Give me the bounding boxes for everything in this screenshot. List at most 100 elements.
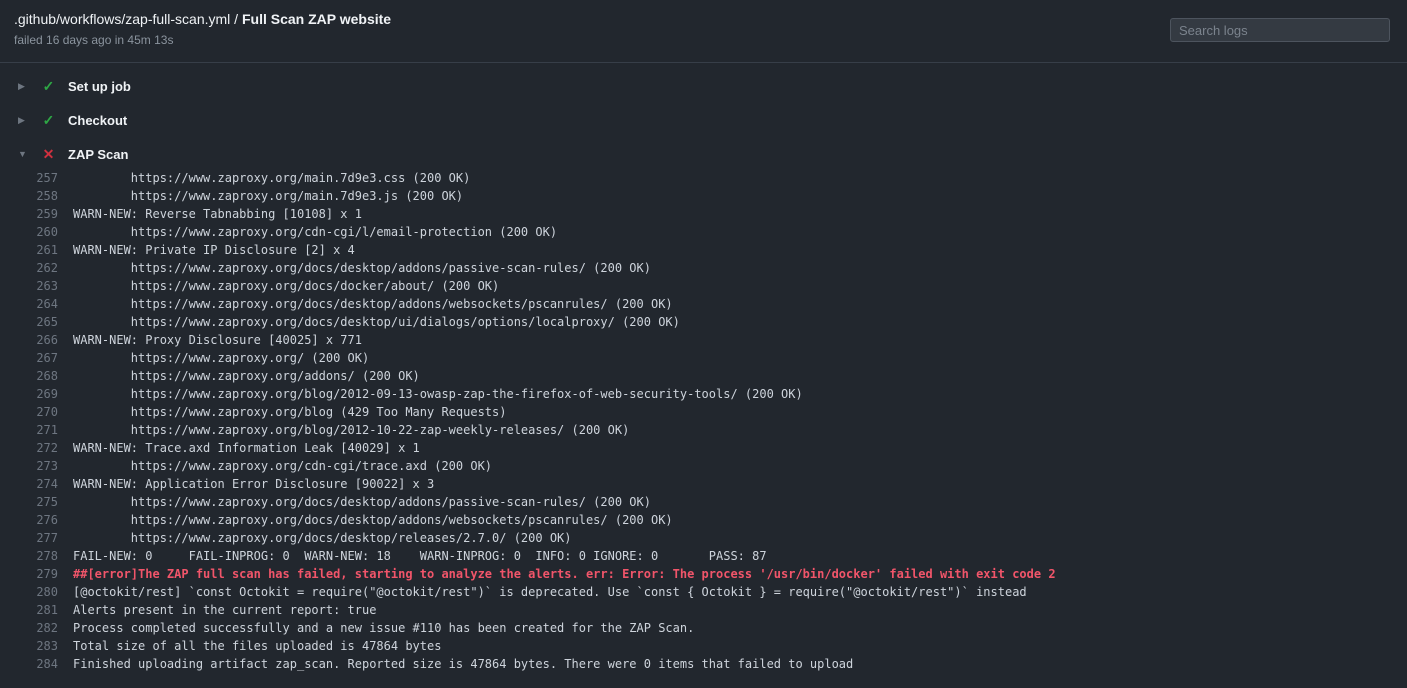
log-line: 260 https://www.zaproxy.org/cdn-cgi/l/em… <box>0 223 1407 241</box>
log-line-number[interactable]: 265 <box>0 313 58 331</box>
log-line-text: https://www.zaproxy.org/docs/desktop/add… <box>73 295 673 313</box>
log-line: 269 https://www.zaproxy.org/blog/2012-09… <box>0 385 1407 403</box>
step-row-zap-scan[interactable]: ▼✕ZAP Scan <box>0 137 1407 171</box>
step-label: ZAP Scan <box>68 147 128 162</box>
log-line: 273 https://www.zaproxy.org/cdn-cgi/trac… <box>0 457 1407 475</box>
log-line-text: WARN-NEW: Reverse Tabnabbing [10108] x 1 <box>73 205 362 223</box>
log-line-number[interactable]: 258 <box>0 187 58 205</box>
log-line-text: https://www.zaproxy.org/main.7d9e3.js (2… <box>73 187 463 205</box>
chevron-right-icon: ▶ <box>18 81 30 92</box>
log-line-text: [@octokit/rest] `const Octokit = require… <box>73 583 1027 601</box>
log-line-number[interactable]: 281 <box>0 601 58 619</box>
log-line-text: https://www.zaproxy.org/blog/2012-09-13-… <box>73 385 803 403</box>
log-line-text: ##[error]The ZAP full scan has failed, s… <box>73 565 1056 583</box>
log-line: 263 https://www.zaproxy.org/docs/docker/… <box>0 277 1407 295</box>
log-line-number[interactable]: 277 <box>0 529 58 547</box>
check-icon: ✓ <box>41 78 56 95</box>
log-line-text: https://www.zaproxy.org/docs/desktop/add… <box>73 511 673 529</box>
log-line-text: https://www.zaproxy.org/docs/desktop/add… <box>73 259 651 277</box>
log-line-number[interactable]: 270 <box>0 403 58 421</box>
log-line: 261 WARN-NEW: Private IP Disclosure [2] x… <box>0 241 1407 259</box>
search-logs-input[interactable] <box>1170 18 1390 42</box>
chevron-right-icon: ▶ <box>18 115 30 126</box>
log-line: 278 FAIL-NEW: 0 FAIL-INPROG: 0 WARN-NEW: … <box>0 547 1407 565</box>
step-row-checkout[interactable]: ▶✓Checkout <box>0 103 1407 137</box>
log-line: 262 https://www.zaproxy.org/docs/desktop… <box>0 259 1407 277</box>
log-line-text: Process completed successfully and a new… <box>73 619 694 637</box>
run-header-titles: .github/workflows/zap-full-scan.yml / Fu… <box>14 11 391 47</box>
log-line: 270 https://www.zaproxy.org/blog (429 To… <box>0 403 1407 421</box>
log-line-text: https://www.zaproxy.org/docs/desktop/ui/… <box>73 313 680 331</box>
log-line-text: Alerts present in the current report: tr… <box>73 601 376 619</box>
log-line-text: https://www.zaproxy.org/docs/docker/abou… <box>73 277 499 295</box>
log-line-number[interactable]: 279 <box>0 565 58 583</box>
log-line-text: https://www.zaproxy.org/cdn-cgi/l/email-… <box>73 223 557 241</box>
log-line: 271 https://www.zaproxy.org/blog/2012-10… <box>0 421 1407 439</box>
log-line-text: https://www.zaproxy.org/blog/2012-10-22-… <box>73 421 629 439</box>
run-status-text: failed 16 days ago in 45m 13s <box>14 33 391 47</box>
log-line-number[interactable]: 275 <box>0 493 58 511</box>
log-line-number[interactable]: 283 <box>0 637 58 655</box>
log-line-number[interactable]: 268 <box>0 367 58 385</box>
log-line: 276 https://www.zaproxy.org/docs/desktop… <box>0 511 1407 529</box>
breadcrumb-separator: / <box>230 11 242 27</box>
log-line-text: https://www.zaproxy.org/blog (429 Too Ma… <box>73 403 506 421</box>
steps-list: ▶ ✓ Set up job ▶✓Checkout▼✕ZAP Scan <box>0 63 1407 171</box>
log-line-text: WARN-NEW: Private IP Disclosure [2] x 4 <box>73 241 355 259</box>
workflow-run-page: .github/workflows/zap-full-scan.yml / Fu… <box>0 0 1407 673</box>
log-line: 284 Finished uploading artifact zap_scan.… <box>0 655 1407 673</box>
log-line-number[interactable]: 272 <box>0 439 58 457</box>
log-line-text: https://www.zaproxy.org/addons/ (200 OK) <box>73 367 420 385</box>
log-line: 264 https://www.zaproxy.org/docs/desktop… <box>0 295 1407 313</box>
log-line-number[interactable]: 261 <box>0 241 58 259</box>
workflow-path: .github/workflows/zap-full-scan.yml <box>14 11 230 27</box>
log-line-number[interactable]: 280 <box>0 583 58 601</box>
log-view: 257 https://www.zaproxy.org/main.7d9e3.c… <box>0 169 1407 673</box>
log-line-number[interactable]: 259 <box>0 205 58 223</box>
log-line-text: WARN-NEW: Trace.axd Information Leak [40… <box>73 439 420 457</box>
log-line-number[interactable]: 267 <box>0 349 58 367</box>
log-line: 257 https://www.zaproxy.org/main.7d9e3.c… <box>0 169 1407 187</box>
log-line-text: https://www.zaproxy.org/docs/desktop/add… <box>73 493 651 511</box>
log-line-number[interactable]: 266 <box>0 331 58 349</box>
log-line-text: Total size of all the files uploaded is … <box>73 637 441 655</box>
log-line: 272 WARN-NEW: Trace.axd Information Leak … <box>0 439 1407 457</box>
log-line-number[interactable]: 276 <box>0 511 58 529</box>
log-line: 274 WARN-NEW: Application Error Disclosur… <box>0 475 1407 493</box>
chevron-down-icon: ▼ <box>18 149 30 159</box>
log-line-text: https://www.zaproxy.org/docs/desktop/rel… <box>73 529 572 547</box>
log-line-number[interactable]: 284 <box>0 655 58 673</box>
log-line-number[interactable]: 273 <box>0 457 58 475</box>
log-line-text: WARN-NEW: Application Error Disclosure [… <box>73 475 434 493</box>
log-line: 281 Alerts present in the current report:… <box>0 601 1407 619</box>
log-line: 279 ##[error]The ZAP full scan has failed… <box>0 565 1407 583</box>
log-line: 275 https://www.zaproxy.org/docs/desktop… <box>0 493 1407 511</box>
log-line: 267 https://www.zaproxy.org/ (200 OK) <box>0 349 1407 367</box>
log-line-text: Finished uploading artifact zap_scan. Re… <box>73 655 853 673</box>
log-line-text: https://www.zaproxy.org/main.7d9e3.css (… <box>73 169 470 187</box>
log-line-number[interactable]: 257 <box>0 169 58 187</box>
step-row-set-up-job[interactable]: ▶ ✓ Set up job <box>0 69 1407 103</box>
log-line-text: WARN-NEW: Proxy Disclosure [40025] x 771 <box>73 331 362 349</box>
log-line: 282 Process completed successfully and a … <box>0 619 1407 637</box>
breadcrumb: .github/workflows/zap-full-scan.yml / Fu… <box>14 11 391 27</box>
log-line-text: https://www.zaproxy.org/ (200 OK) <box>73 349 369 367</box>
job-name: Full Scan ZAP website <box>242 11 391 27</box>
log-line-number[interactable]: 278 <box>0 547 58 565</box>
log-line: 266 WARN-NEW: Proxy Disclosure [40025] x … <box>0 331 1407 349</box>
log-line-number[interactable]: 263 <box>0 277 58 295</box>
log-line-number[interactable]: 264 <box>0 295 58 313</box>
log-line-number[interactable]: 282 <box>0 619 58 637</box>
log-line: 280 [@octokit/rest] `const Octokit = requ… <box>0 583 1407 601</box>
step-label: Set up job <box>68 79 131 94</box>
log-line-number[interactable]: 260 <box>0 223 58 241</box>
log-line-number[interactable]: 271 <box>0 421 58 439</box>
log-line-number[interactable]: 269 <box>0 385 58 403</box>
log-line: 277 https://www.zaproxy.org/docs/desktop… <box>0 529 1407 547</box>
log-line-number[interactable]: 262 <box>0 259 58 277</box>
log-line-text: FAIL-NEW: 0 FAIL-INPROG: 0 WARN-NEW: 18 … <box>73 547 767 565</box>
log-line-number[interactable]: 274 <box>0 475 58 493</box>
log-line: 268 https://www.zaproxy.org/addons/ (200… <box>0 367 1407 385</box>
step-label: Checkout <box>68 113 127 128</box>
run-header: .github/workflows/zap-full-scan.yml / Fu… <box>0 0 1407 62</box>
